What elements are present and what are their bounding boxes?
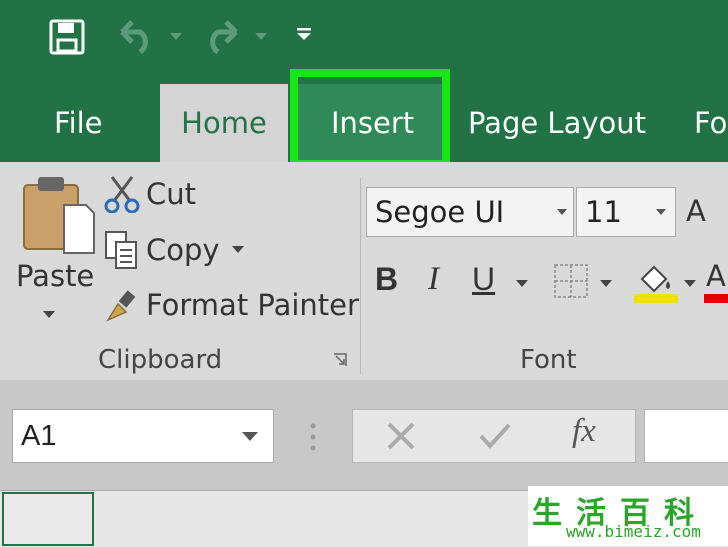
italic-button[interactable]: I xyxy=(428,261,439,298)
insert-function-button[interactable]: fx xyxy=(572,413,596,450)
font-size-value: 11 xyxy=(585,195,622,229)
grow-font-button[interactable]: A xyxy=(686,194,706,228)
format-painter-button[interactable]: Format Painter xyxy=(146,288,359,322)
font-color-swatch xyxy=(704,294,728,303)
paste-dropdown-icon[interactable] xyxy=(43,311,55,319)
redo-icon[interactable] xyxy=(200,20,240,54)
bold-button[interactable]: B xyxy=(375,261,398,298)
paste-icon[interactable] xyxy=(22,173,96,255)
formula-input[interactable] xyxy=(644,409,728,463)
cut-icon[interactable] xyxy=(104,175,140,213)
redo-dropdown-icon[interactable] xyxy=(255,33,267,41)
copy-button[interactable]: Copy xyxy=(146,233,220,267)
name-box-arrow-icon[interactable] xyxy=(242,432,258,441)
font-name-dropdown[interactable]: Segoe UI xyxy=(366,187,574,237)
font-name-value: Segoe UI xyxy=(375,195,505,229)
font-size-arrow-icon[interactable] xyxy=(656,209,666,215)
enter-icon[interactable] xyxy=(478,421,512,451)
copy-dropdown-icon[interactable] xyxy=(232,246,244,254)
fill-color-icon[interactable] xyxy=(634,261,678,303)
name-box-value: A1 xyxy=(21,420,57,452)
watermark: 生活百科 www.bimeiz.com xyxy=(528,486,728,546)
format-painter-icon[interactable] xyxy=(104,290,140,322)
tab-page-layout[interactable]: Page Layout xyxy=(468,84,646,162)
copy-icon[interactable] xyxy=(104,230,140,270)
cell-a1[interactable] xyxy=(2,492,94,546)
font-group-label: Font xyxy=(520,345,577,375)
customize-qat-icon[interactable] xyxy=(296,27,312,41)
watermark-url: www.bimeiz.com xyxy=(566,522,701,541)
undo-icon[interactable] xyxy=(118,20,158,54)
tab-file[interactable]: File xyxy=(54,84,103,162)
borders-dropdown-icon[interactable] xyxy=(600,280,612,288)
tab-home[interactable]: Home xyxy=(160,84,288,162)
underline-dropdown-icon[interactable] xyxy=(516,280,528,288)
insert-tab-highlight xyxy=(290,69,450,168)
group-separator xyxy=(360,178,361,374)
cut-button[interactable]: Cut xyxy=(146,177,196,211)
borders-icon[interactable] xyxy=(553,263,589,299)
clipboard-group-label: Clipboard xyxy=(98,345,223,375)
cancel-icon[interactable] xyxy=(386,421,416,451)
underline-button[interactable]: U xyxy=(472,261,495,298)
name-box[interactable]: A1 xyxy=(12,409,274,463)
tab-formulas[interactable]: Fo xyxy=(694,84,727,162)
dialog-launcher-icon[interactable] xyxy=(332,352,348,368)
font-color-button[interactable]: A xyxy=(704,261,728,303)
font-name-arrow-icon[interactable] xyxy=(557,209,567,215)
save-icon[interactable] xyxy=(49,19,85,55)
fill-color-dropdown-icon[interactable] xyxy=(684,280,696,288)
undo-dropdown-icon[interactable] xyxy=(170,33,182,41)
paste-button[interactable]: Paste xyxy=(16,259,94,293)
font-color-glyph: A xyxy=(706,261,726,293)
formula-bar-grip-icon xyxy=(310,423,316,451)
